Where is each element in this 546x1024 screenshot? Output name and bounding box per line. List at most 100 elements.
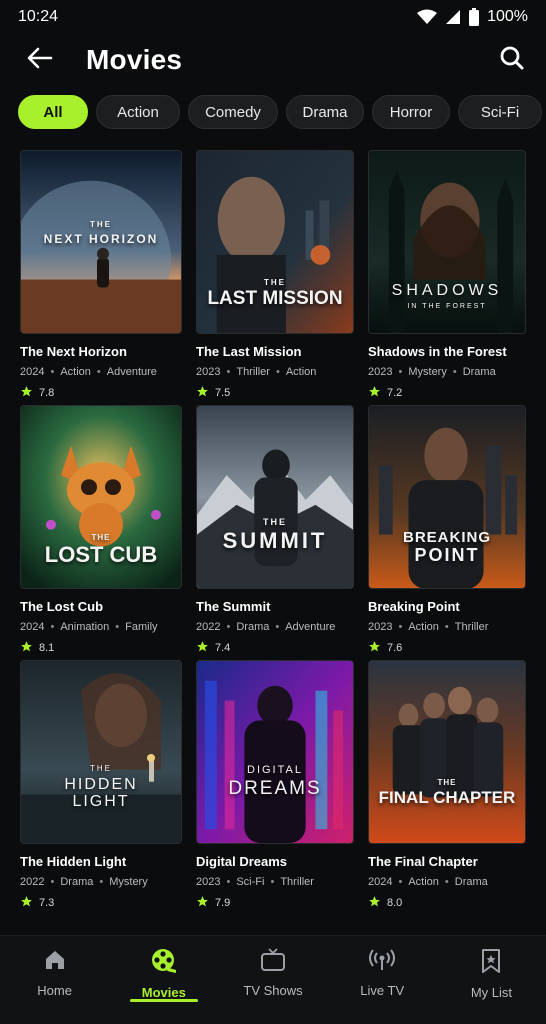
star-icon — [196, 640, 209, 656]
movie-genre: Adventure — [285, 621, 336, 633]
status-time: 10:24 — [18, 8, 59, 25]
movie-year: 2024 — [20, 621, 45, 633]
movie-card[interactable]: BREAKING POINT Breaking Point 2023 • Actio… — [368, 405, 526, 660]
chip-action[interactable]: Action — [96, 95, 180, 129]
chip-comedy[interactable]: Comedy — [188, 95, 278, 129]
movie-card[interactable]: THE LAST MISSION The Last Mission 2023 • T… — [196, 150, 354, 405]
movie-rating: 8.1 — [20, 640, 182, 656]
star-icon — [368, 385, 381, 401]
star-icon — [20, 895, 33, 911]
poster-text-main: DREAMS — [228, 778, 322, 799]
battery-percent: 100% — [487, 8, 528, 25]
star-icon — [196, 895, 209, 911]
status-icons: 100% — [417, 8, 528, 26]
active-tab-indicator — [129, 999, 198, 1002]
movie-card[interactable]: THE HIDDEN LIGHT The Hidden Light 2022 • D… — [20, 660, 182, 915]
poster-text-main: LOST CUB — [44, 542, 158, 567]
poster-text-top: THE — [264, 278, 286, 287]
back-button[interactable] — [24, 44, 56, 76]
movie-meta: 2023 • Action • Thriller — [368, 621, 489, 633]
poster-text-top: BREAKING — [402, 529, 491, 546]
chip-horror[interactable]: Horror — [372, 95, 450, 129]
status-bar: 10:24 100% — [0, 0, 546, 34]
movie-genre: Thriller — [236, 366, 270, 378]
movie-title: Digital Dreams — [196, 854, 288, 869]
nav-item-my-list[interactable]: My List — [437, 936, 546, 1024]
movie-title: The Hidden Light — [20, 854, 127, 869]
rating-value: 7.5 — [215, 387, 231, 399]
movie-card[interactable]: THE NEXT HORIZON The Next Horizon 2024 • A… — [20, 150, 182, 405]
wifi-icon — [417, 9, 438, 25]
movie-year: 2022 — [20, 876, 45, 888]
poster-text-main: HIDDEN LIGHT — [64, 776, 138, 810]
movie-card[interactable]: THE SUMMIT The Summit 2022 • Drama • Adventu… — [196, 405, 354, 660]
movie-genre: Drama — [236, 621, 270, 633]
poster-text-main: LAST MISSION — [207, 288, 343, 309]
movie-rating: 7.3 — [20, 895, 182, 911]
movie-rating: 7.2 — [368, 385, 526, 401]
movie-year: 2023 — [196, 876, 221, 888]
movie-meta: 2024 • Action • Adventure — [20, 366, 157, 378]
movie-poster: THE SUMMIT — [196, 405, 354, 589]
rating-value: 8.1 — [39, 642, 55, 654]
movie-title: Shadows in the Forest — [368, 344, 507, 359]
movie-genre: Mystery — [109, 876, 148, 888]
nav-item-movies[interactable]: Movies — [109, 936, 218, 1024]
star-icon — [20, 385, 33, 401]
movie-genre: Drama — [60, 876, 94, 888]
movie-card[interactable]: THE FINAL CHAPTER The Final Chapter 2024… — [368, 660, 526, 915]
movie-rating: 7.4 — [196, 640, 354, 656]
nav-item-home[interactable]: Home — [0, 936, 109, 1024]
home-icon — [43, 948, 67, 977]
broadcast-icon — [369, 948, 396, 977]
chip-all[interactable]: All — [18, 95, 88, 129]
movie-genre: Animation — [60, 621, 110, 633]
movie-title: The Next Horizon — [20, 344, 127, 359]
movie-rating: 8.0 — [368, 895, 526, 911]
poster-text-main: SHADOWS — [391, 282, 503, 299]
movie-year: 2022 — [196, 621, 221, 633]
movie-rating: 7.6 — [368, 640, 526, 656]
movie-year: 2024 — [20, 366, 45, 378]
movie-rating: 7.9 — [196, 895, 354, 911]
movie-title: The Final Chapter — [368, 854, 478, 869]
star-icon — [196, 385, 209, 401]
movie-genre: Action — [60, 366, 91, 378]
movie-poster: THE LOST CUB — [20, 405, 182, 589]
poster-text-top: THE — [263, 517, 287, 527]
movie-card[interactable]: THE LOST CUB The Lost Cub 2024 • Animation… — [20, 405, 182, 660]
chip-drama[interactable]: Drama — [286, 95, 364, 129]
movie-card[interactable]: DIGITAL DREAMS Digital Dreams 2023 • Sci-F… — [196, 660, 354, 915]
movie-genre: Action — [408, 621, 439, 633]
movie-genre: Thriller — [454, 621, 489, 633]
arrow-left-icon — [27, 47, 53, 74]
tv-icon — [260, 948, 286, 977]
rating-value: 7.3 — [39, 897, 55, 909]
search-icon — [499, 45, 525, 76]
movie-meta: 2023 • Sci-Fi • Thriller — [196, 876, 314, 888]
rating-value: 7.2 — [387, 387, 403, 399]
rating-value: 7.6 — [387, 642, 403, 654]
movie-title: The Summit — [196, 599, 271, 614]
search-button[interactable] — [494, 42, 530, 78]
movie-card[interactable]: SHADOWS IN THE FOREST Shadows in the For… — [368, 150, 526, 405]
poster-text-main: FINAL CHAPTER — [378, 788, 516, 807]
nav-label: My List — [470, 985, 512, 1000]
movie-meta: 2022 • Drama • Mystery — [20, 876, 148, 888]
genre-filter-chips: All Action Comedy Drama Horror Sci-Fi — [18, 95, 546, 129]
nav-label: Live TV — [360, 983, 405, 998]
movie-genre: Family — [125, 621, 158, 633]
movie-genre: Adventure — [106, 366, 157, 378]
movie-poster: DIGITAL DREAMS — [196, 660, 354, 844]
movie-poster: THE HIDDEN LIGHT — [20, 660, 182, 844]
page-title: Movies — [86, 44, 183, 75]
movie-rating: 7.5 — [196, 385, 354, 401]
star-icon — [368, 895, 381, 911]
chip-sci-fi[interactable]: Sci-Fi — [458, 95, 542, 129]
rating-value: 8.0 — [387, 897, 403, 909]
poster-text-main: POINT — [414, 545, 480, 565]
movie-year: 2023 — [368, 621, 393, 633]
nav-item-tv-shows[interactable]: TV Shows — [218, 936, 327, 1024]
nav-item-live-tv[interactable]: Live TV — [328, 936, 437, 1024]
movie-poster: THE LAST MISSION — [196, 150, 354, 334]
